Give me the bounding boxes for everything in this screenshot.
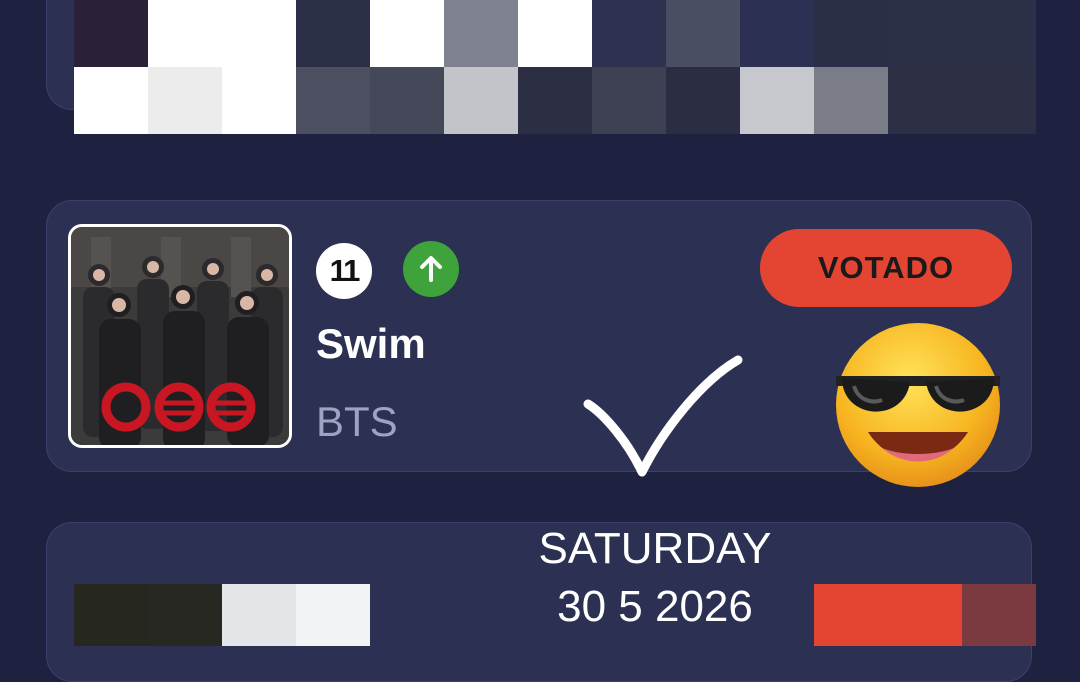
album-cover-image bbox=[68, 224, 292, 448]
vote-button[interactable]: VOTADO bbox=[760, 229, 1012, 307]
song-title: Swim bbox=[316, 320, 426, 367]
rank-badge: 11 bbox=[316, 243, 372, 299]
pixelated-censor-top bbox=[74, 0, 1040, 134]
sunglasses-emoji-icon bbox=[832, 320, 1004, 495]
date-value: 30 5 2026 bbox=[557, 582, 753, 631]
date-overlay: SATURDAY 30 5 2026 bbox=[480, 520, 830, 636]
date-day: SATURDAY bbox=[538, 524, 772, 573]
arrow-up-icon bbox=[403, 241, 459, 297]
artist-name: BTS bbox=[316, 398, 398, 445]
checkmark-icon bbox=[580, 352, 750, 487]
